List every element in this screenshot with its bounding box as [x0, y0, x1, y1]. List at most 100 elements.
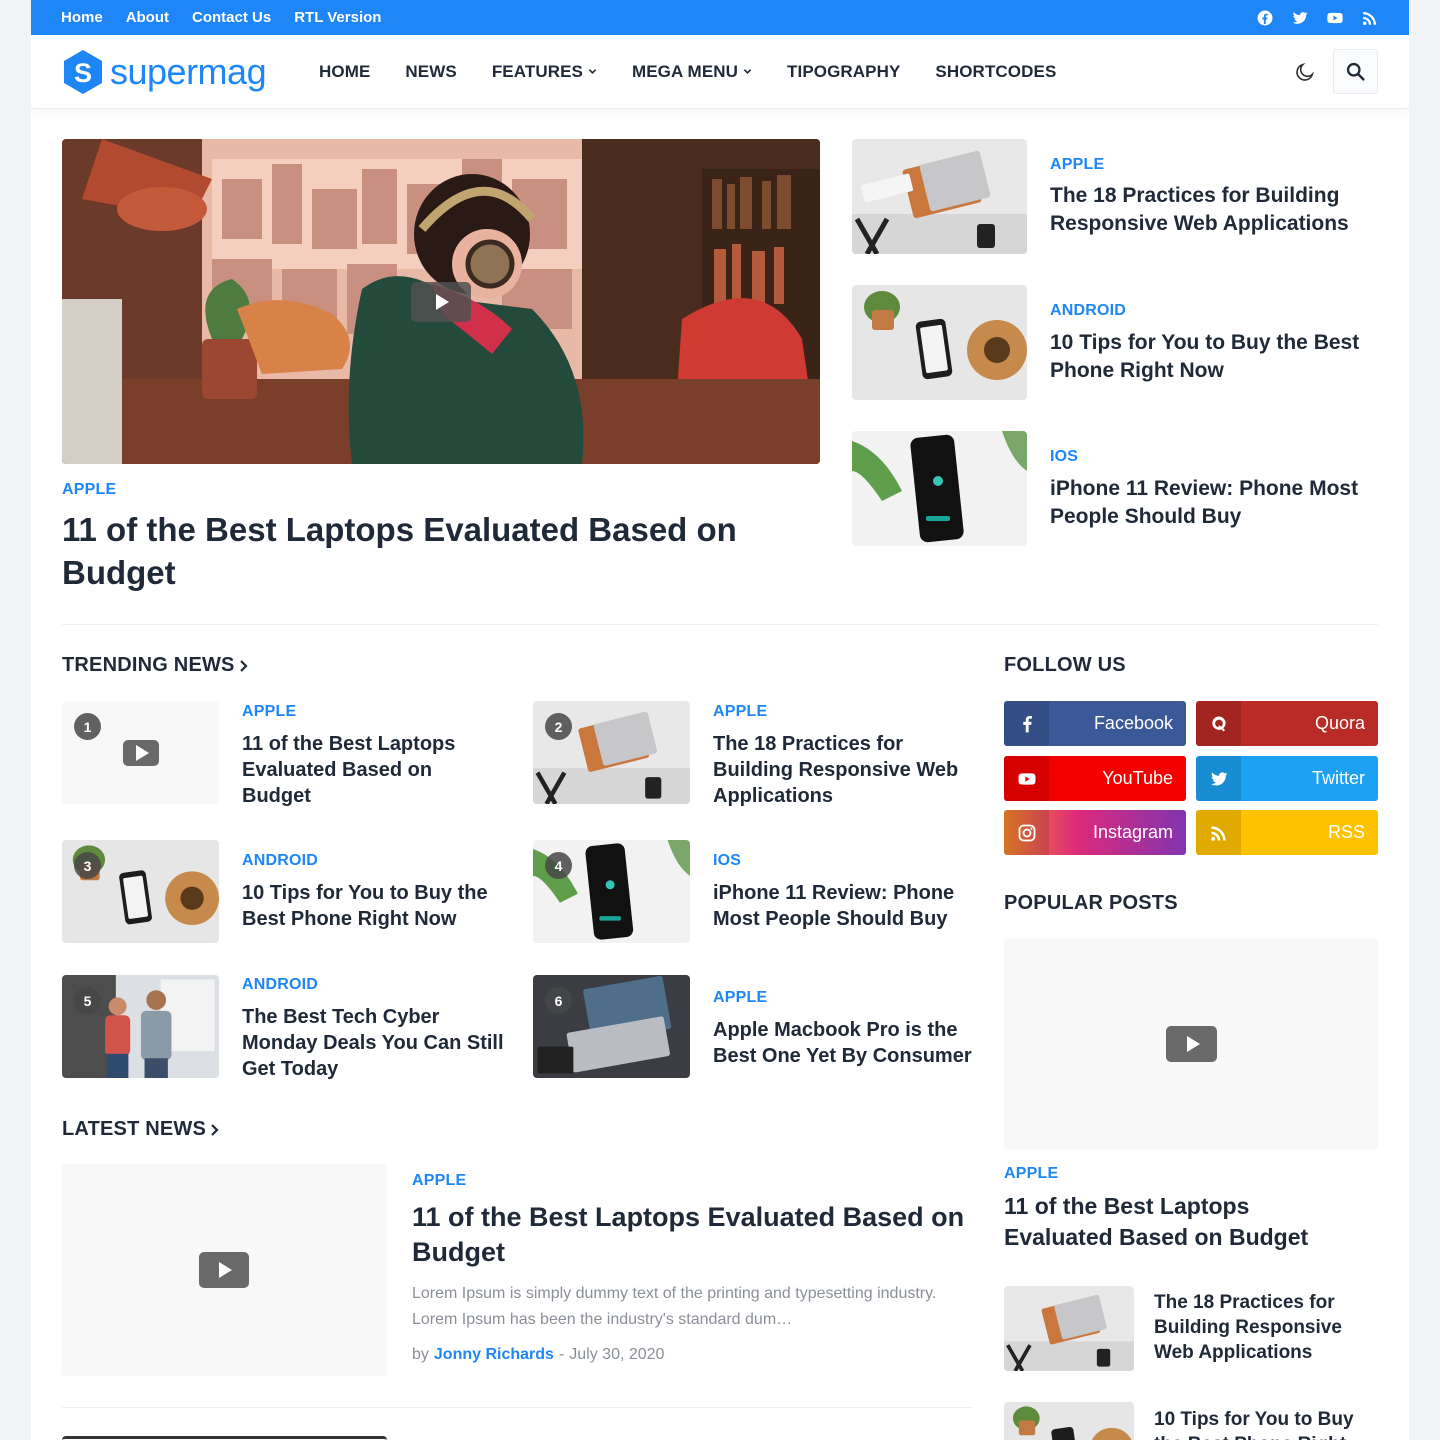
- phone-desk-photo: [852, 285, 1027, 400]
- follow-us-heading: FOLLOW US: [1004, 654, 1126, 677]
- popular-item-2-title[interactable]: 10 Tips for You to Buy the Best Phone Ri…: [1154, 1407, 1369, 1440]
- nav-tipography[interactable]: TIPOGRAPHY: [787, 62, 900, 82]
- instagram-icon: [1004, 810, 1049, 855]
- follow-us-heading-label: FOLLOW US: [1004, 654, 1126, 676]
- moon-icon[interactable]: [1294, 61, 1316, 83]
- logo-mark: S: [64, 49, 102, 94]
- quora-icon: [1196, 701, 1241, 746]
- meta-separator: -: [558, 1346, 565, 1363]
- trending-1-title[interactable]: 11 of the Best Laptops Evaluated Based o…: [242, 731, 492, 809]
- svg-text:S: S: [74, 58, 92, 88]
- trending-5-category[interactable]: ANDROID: [242, 976, 318, 994]
- latest-post-title[interactable]: 11 of the Best Laptops Evaluated Based o…: [412, 1200, 972, 1270]
- rss-icon[interactable]: [1361, 9, 1379, 27]
- featured-side-1-title[interactable]: The 18 Practices for Building Responsive…: [1050, 182, 1380, 238]
- chevron-right-icon: [239, 659, 248, 672]
- laptop-desk-photo: [1004, 1286, 1134, 1371]
- twitter-icon[interactable]: [1291, 9, 1309, 27]
- latest-post-image[interactable]: [62, 1164, 387, 1376]
- trending-2-title[interactable]: The 18 Practices for Building Responsive…: [713, 731, 975, 809]
- post-divider: [62, 1407, 972, 1408]
- chevron-down-icon: [743, 69, 752, 74]
- top-link-home[interactable]: Home: [61, 9, 103, 26]
- next-post-image[interactable]: [62, 1436, 387, 1440]
- trending-6-image[interactable]: 6: [533, 975, 690, 1078]
- social-instagram-button[interactable]: Instagram: [1004, 810, 1186, 855]
- popular-main-image[interactable]: [1004, 939, 1378, 1149]
- post-author-link[interactable]: Jonny Richards: [434, 1346, 554, 1364]
- main-nav: HOME NEWS FEATURES MEGA MENU TIPOGRAPHY …: [319, 62, 1056, 82]
- facebook-icon: [1004, 701, 1049, 746]
- trending-1-category[interactable]: APPLE: [242, 703, 296, 721]
- nav-tipography-label: TIPOGRAPHY: [787, 61, 901, 81]
- chevron-down-icon: [588, 69, 597, 74]
- facebook-icon[interactable]: [1256, 9, 1274, 27]
- trending-6-category[interactable]: APPLE: [713, 989, 767, 1007]
- featured-side-1-category[interactable]: APPLE: [1050, 156, 1104, 174]
- video-play-icon[interactable]: [1166, 1026, 1217, 1062]
- nav-mega-menu[interactable]: MEGA MENU: [632, 62, 752, 82]
- popular-item-1-image[interactable]: [1004, 1286, 1134, 1371]
- top-link-contact[interactable]: Contact Us: [192, 9, 271, 26]
- video-play-icon[interactable]: [123, 740, 159, 766]
- featured-side-2-category[interactable]: ANDROID: [1050, 302, 1126, 320]
- trending-3-title[interactable]: 10 Tips for You to Buy the Best Phone Ri…: [242, 880, 504, 932]
- top-link-about[interactable]: About: [126, 9, 169, 26]
- latest-post-excerpt: Lorem Ipsum is simply dummy text of the …: [412, 1285, 937, 1328]
- social-twitter-label: Twitter: [1311, 768, 1365, 788]
- top-links: Home About Contact Us RTL Version: [61, 9, 381, 26]
- trending-5-title[interactable]: The Best Tech Cyber Monday Deals You Can…: [242, 1004, 504, 1082]
- trending-news-heading[interactable]: TRENDING NEWS: [62, 654, 249, 677]
- trending-5-image[interactable]: 5: [62, 975, 219, 1078]
- search-icon: [1346, 62, 1365, 81]
- trending-4-title[interactable]: iPhone 11 Review: Phone Most People Shou…: [713, 880, 975, 932]
- video-play-icon[interactable]: [199, 1252, 249, 1288]
- popular-item-2-image[interactable]: [1004, 1402, 1134, 1440]
- video-play-icon[interactable]: [411, 282, 471, 322]
- social-quora-button[interactable]: Quora: [1196, 701, 1378, 746]
- featured-main-title[interactable]: 11 of the Best Laptops Evaluated Based o…: [62, 508, 802, 594]
- featured-side-3-category[interactable]: IOS: [1050, 448, 1078, 466]
- trending-3-image[interactable]: 3: [62, 840, 219, 943]
- popular-main-title[interactable]: 11 of the Best Laptops Evaluated Based o…: [1004, 1191, 1364, 1253]
- social-youtube-button[interactable]: YouTube: [1004, 756, 1186, 801]
- nav-shortcodes[interactable]: SHORTCODES: [935, 62, 1056, 82]
- rank-badge: 4: [545, 852, 572, 879]
- trending-4-image[interactable]: 4: [533, 840, 690, 943]
- site-logo[interactable]: S supermag: [62, 49, 285, 95]
- nav-home[interactable]: HOME: [319, 62, 370, 82]
- latest-news-heading[interactable]: LATEST NEWS: [62, 1118, 220, 1141]
- trending-1-image[interactable]: 1: [62, 701, 219, 804]
- featured-main-category[interactable]: APPLE: [62, 481, 116, 499]
- nav-news-label: NEWS: [405, 61, 457, 81]
- popular-main-category[interactable]: APPLE: [1004, 1165, 1058, 1183]
- trending-news-heading-label: TRENDING NEWS: [62, 654, 235, 676]
- laptop-desk-photo: [852, 139, 1027, 254]
- featured-side-2-image[interactable]: [852, 285, 1027, 400]
- social-facebook-button[interactable]: Facebook: [1004, 701, 1186, 746]
- youtube-icon[interactable]: [1326, 9, 1344, 27]
- featured-main-image[interactable]: [62, 139, 820, 464]
- latest-news-heading-label: LATEST NEWS: [62, 1118, 207, 1140]
- nav-features[interactable]: FEATURES: [492, 62, 597, 82]
- featured-side-3-title[interactable]: iPhone 11 Review: Phone Most People Shou…: [1050, 475, 1380, 531]
- trending-3-category[interactable]: ANDROID: [242, 852, 318, 870]
- social-twitter-button[interactable]: Twitter: [1196, 756, 1378, 801]
- popular-item-1-title[interactable]: The 18 Practices for Building Responsive…: [1154, 1290, 1369, 1365]
- trending-2-category[interactable]: APPLE: [713, 703, 767, 721]
- trending-2-image[interactable]: 2: [533, 701, 690, 804]
- featured-side-3-image[interactable]: [852, 431, 1027, 546]
- featured-side-2-title[interactable]: 10 Tips for You to Buy the Best Phone Ri…: [1050, 329, 1380, 385]
- search-button[interactable]: [1333, 49, 1378, 94]
- iphone-plant-photo: [852, 431, 1027, 546]
- latest-post-category[interactable]: APPLE: [412, 1172, 466, 1190]
- trending-6-title[interactable]: Apple Macbook Pro is the Best One Yet By…: [713, 1017, 983, 1069]
- social-rss-label: RSS: [1327, 822, 1365, 842]
- social-rss-button[interactable]: RSS: [1196, 810, 1378, 855]
- social-quora-label: Quora: [1314, 713, 1365, 733]
- top-link-rtl[interactable]: RTL Version: [294, 9, 381, 26]
- rss-icon: [1196, 810, 1241, 855]
- featured-side-1-image[interactable]: [852, 139, 1027, 254]
- nav-news[interactable]: NEWS: [405, 62, 456, 82]
- trending-4-category[interactable]: IOS: [713, 852, 741, 870]
